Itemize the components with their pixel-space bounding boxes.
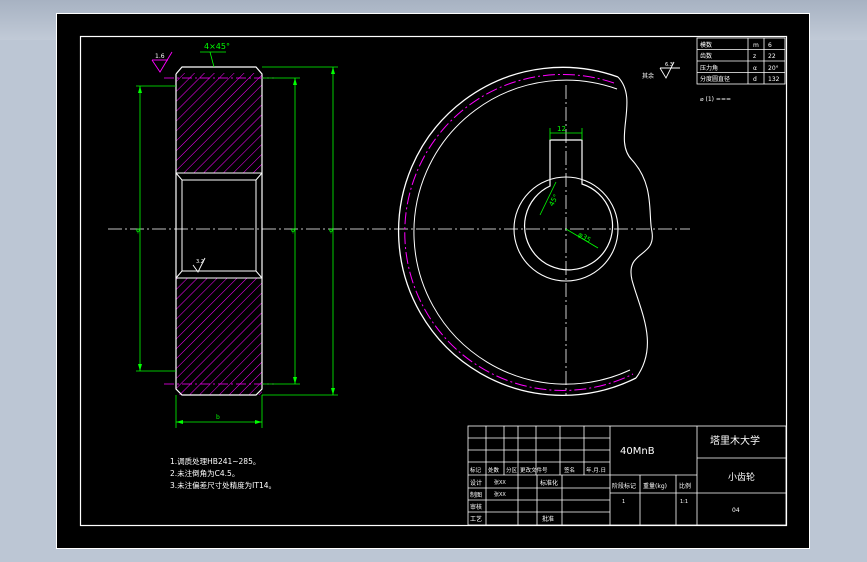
- bore-outline: [175, 172, 263, 181]
- note-1: 1.调质处理HB241~285。: [170, 456, 260, 466]
- dim-tip-dia: φ: [329, 227, 333, 234]
- drawing-sheet: 4×45° φ φ φ b 1.6 3.2 其余 6.3 12 45° φ35: [56, 13, 810, 549]
- svg-text:1: 1: [622, 499, 625, 505]
- svg-text:齿数: 齿数: [700, 52, 712, 60]
- title-material: 40MnB: [620, 446, 655, 457]
- dim-chamfer: 4×45°: [204, 42, 230, 51]
- dim-width: b: [216, 414, 220, 421]
- svg-text:分区: 分区: [506, 466, 518, 474]
- svg-text:批准: 批准: [542, 515, 554, 523]
- lower-hatch: [176, 278, 262, 395]
- svg-text:重量(kg): 重量(kg): [643, 482, 667, 490]
- drawing-canvas[interactable]: 4×45° φ φ φ b 1.6 3.2 其余 6.3 12 45° φ35: [56, 13, 810, 549]
- svg-text:z: z: [753, 53, 756, 60]
- svg-text:1:1: 1:1: [680, 499, 688, 505]
- dim-bore-diameter: φ35: [576, 230, 592, 244]
- svg-text:标记: 标记: [470, 466, 482, 474]
- svg-text:制图: 制图: [470, 491, 482, 499]
- title-sheet-no: 04: [732, 507, 740, 514]
- roughness-symbol-side: 1.6: [151, 51, 173, 73]
- svg-text:年.月.日: 年.月.日: [586, 466, 606, 474]
- svg-text:分度圆直径: 分度圆直径: [700, 75, 730, 83]
- upper-hatch: [176, 73, 262, 173]
- svg-text:α: α: [753, 65, 757, 72]
- svg-text:132: 132: [768, 76, 780, 83]
- dim-pitch-dia: φ: [291, 227, 295, 234]
- svg-text:1.6: 1.6: [155, 53, 165, 60]
- gear-pitch-arc: [404, 73, 634, 391]
- hub-bore-with-keyway: [523, 139, 614, 271]
- svg-text:审核: 审核: [470, 503, 482, 511]
- roughness-symbol-other: 其余 6.3: [642, 61, 680, 80]
- svg-text:比例: 比例: [679, 482, 691, 490]
- svg-text:6.3: 6.3: [665, 62, 673, 68]
- note-2: 2.未注倒角为C4.5。: [170, 468, 239, 478]
- svg-text:22: 22: [768, 53, 776, 60]
- svg-text:签名: 签名: [564, 466, 575, 474]
- svg-text:6: 6: [768, 42, 772, 49]
- svg-text:20°: 20°: [768, 65, 779, 72]
- svg-text:阶段标记: 阶段标记: [612, 482, 636, 490]
- param-note: ⌀ (1) ===: [700, 96, 731, 103]
- svg-text:其余: 其余: [642, 72, 654, 80]
- svg-text:张XX: 张XX: [494, 479, 506, 486]
- gear-outer-arc: [397, 66, 637, 396]
- svg-text:模数: 模数: [700, 41, 712, 49]
- section-view: [164, 66, 274, 396]
- roughness-symbol-bore: 3.2: [192, 257, 206, 273]
- svg-text:3.2: 3.2: [196, 259, 204, 265]
- title-part-name: 小齿轮: [728, 471, 755, 483]
- svg-text:设计: 设计: [470, 479, 482, 487]
- gear-front-view: [397, 66, 653, 396]
- break-line: [617, 76, 653, 379]
- svg-text:标准化: 标准化: [540, 479, 558, 487]
- svg-text:m: m: [753, 42, 759, 49]
- svg-text:压力角: 压力角: [700, 64, 718, 72]
- svg-text:处数: 处数: [488, 466, 500, 474]
- note-3: 3.未注偏差尺寸处精度为IT14。: [170, 480, 276, 490]
- svg-text:张XX: 张XX: [494, 491, 506, 498]
- svg-text:d: d: [753, 76, 757, 83]
- dim-bore-left: φ: [136, 227, 140, 234]
- svg-text:更改文件号: 更改文件号: [520, 466, 548, 474]
- title-university: 塔里木大学: [710, 434, 760, 447]
- dim-keyway: 12: [557, 125, 566, 133]
- dimensions-right: [539, 128, 599, 249]
- svg-text:工艺: 工艺: [470, 515, 482, 523]
